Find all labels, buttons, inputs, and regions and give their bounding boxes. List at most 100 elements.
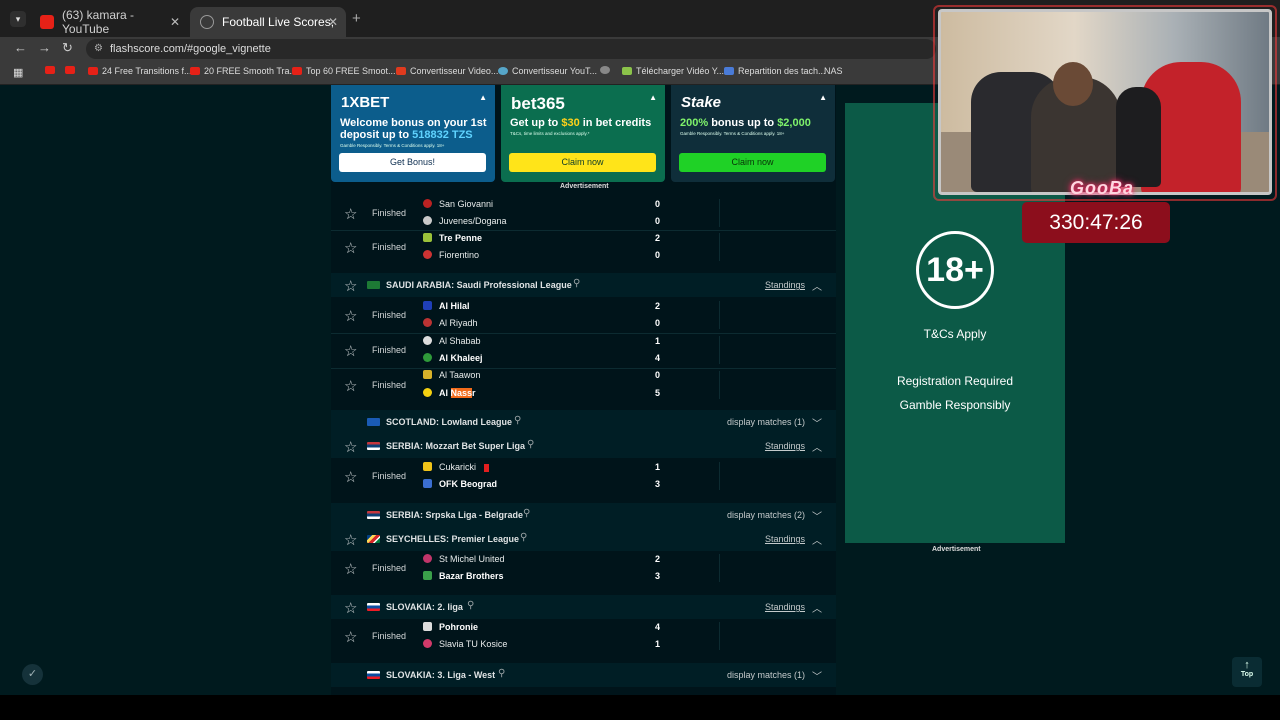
chevron-up-icon[interactable]: ︿ (812, 439, 822, 454)
star-icon[interactable]: ☆ (344, 342, 357, 360)
display-matches-link[interactable]: display matches (1) (727, 417, 805, 427)
bookmark-item[interactable]: Top 60 FREE Smoot... (292, 66, 396, 76)
bookmark-item[interactable]: NAS (824, 66, 843, 76)
team-logo (423, 388, 432, 397)
bookmark-item[interactable]: Convertisseur YouT... (498, 66, 597, 76)
pin-icon[interactable]: ⚲ (498, 668, 505, 679)
away-team: Slavia TU Kosice (439, 639, 508, 649)
tab-flashscore[interactable]: Football Live Scores, Latest Foo ✕ (190, 7, 346, 37)
team-logo (423, 336, 432, 345)
chevron-down-icon[interactable]: ﹀ (812, 415, 822, 430)
star-icon[interactable]: ☆ (344, 377, 357, 395)
match-row[interactable]: ☆ Finished San Giovanni Juvenes/Dogana 0… (331, 196, 836, 230)
chevron-down-icon[interactable]: ﹀ (812, 668, 822, 683)
youtube-icon (292, 67, 302, 75)
bookmark-item[interactable]: Convertisseur Video... (396, 66, 498, 76)
pin-icon[interactable]: ⚲ (520, 532, 527, 543)
claim-now-button[interactable]: Claim now (509, 153, 656, 172)
bookmark-globe[interactable] (600, 66, 614, 74)
star-icon[interactable]: ☆ (344, 307, 357, 325)
star-icon[interactable]: ☆ (344, 438, 357, 456)
collapse-icon[interactable]: ▲ (819, 93, 827, 102)
chevron-up-icon[interactable]: ︿ (812, 600, 822, 615)
divider (719, 233, 720, 261)
download-icon (622, 67, 632, 75)
site-info-icon[interactable]: ⚙ (94, 39, 103, 59)
match-row[interactable]: ☆ Finished Al Shabab Al Khaleej 1 4 (331, 334, 836, 368)
bookmark-item[interactable]: 24 Free Transitions f... (88, 66, 192, 76)
home-score: 2 (655, 301, 661, 311)
star-icon[interactable]: ☆ (344, 628, 357, 646)
bookmark-label: 24 Free Transitions f... (102, 66, 192, 76)
star-icon[interactable]: ☆ (344, 560, 357, 578)
tab-search-icon[interactable]: ▾ (10, 11, 26, 27)
star-icon[interactable]: ☆ (344, 277, 357, 295)
new-tab-icon[interactable]: + (352, 10, 361, 27)
close-icon[interactable]: ✕ (328, 15, 338, 29)
chevron-up-icon[interactable]: ︿ (812, 278, 822, 293)
home-score: 1 (655, 336, 661, 346)
standings-link[interactable]: Standings (765, 534, 805, 544)
bookmark-item[interactable]: Télécharger Vidéo Y... (622, 66, 724, 76)
standings-link[interactable]: Standings (765, 441, 805, 451)
match-status: Finished (372, 631, 407, 641)
match-row[interactable]: ☆ Finished Pohronie Slavia TU Kosice 4 1 (331, 620, 836, 654)
league-header-slovakia-3[interactable]: SLOVAKIA: 3. Liga - West ⚲ display match… (331, 663, 836, 687)
forward-icon[interactable]: → (38, 40, 51, 55)
home-team: Pohronie (439, 622, 479, 632)
match-row[interactable]: ☆ Finished St Michel United Bazar Brothe… (331, 552, 836, 586)
match-row[interactable]: ☆ Finished Al Taawon Al Nassr 0 5 (331, 369, 836, 403)
ad-card-1xbet[interactable]: 1XBET ▲ Welcome bonus on your 1st deposi… (331, 85, 495, 182)
league-header-seychelles[interactable]: ☆ SEYCHELLES: Premier League ⚲ Standings… (331, 527, 836, 551)
collapse-icon[interactable]: ▲ (479, 93, 487, 102)
shield-icon[interactable]: ✓ (22, 664, 43, 685)
display-matches-link[interactable]: display matches (1) (727, 670, 805, 680)
match-row[interactable]: ☆ Finished Al Hilal Al Riyadh 2 0 (331, 299, 836, 333)
star-icon[interactable]: ☆ (344, 468, 357, 486)
pin-icon[interactable]: ⚲ (523, 508, 530, 519)
star-icon[interactable]: ☆ (344, 239, 357, 257)
star-icon[interactable]: ☆ (344, 531, 357, 549)
chevron-up-icon[interactable]: ︿ (812, 532, 822, 547)
apps-icon[interactable]: ▦ (13, 66, 23, 79)
tab-title: (63) kamara - YouTube (62, 8, 135, 36)
collapse-icon[interactable]: ▲ (649, 93, 657, 102)
get-bonus-button[interactable]: Get Bonus! (339, 153, 486, 172)
league-header-scotland[interactable]: SCOTLAND: Lowland League ⚲ display match… (331, 410, 836, 434)
pin-icon[interactable]: ⚲ (527, 439, 534, 450)
chevron-down-icon[interactable]: ﹀ (812, 508, 822, 523)
pin-icon[interactable]: ⚲ (514, 415, 521, 426)
pin-icon[interactable]: ⚲ (573, 278, 580, 289)
url-field[interactable]: ⚙ flashscore.com/#google_vignette (86, 39, 936, 59)
back-icon[interactable]: ← (14, 40, 27, 55)
team-logo (423, 571, 432, 580)
star-icon[interactable]: ☆ (344, 205, 357, 223)
ad-card-bet365[interactable]: bet365 ▲ Get up to $30 in bet credits T&… (501, 85, 665, 182)
divider (719, 371, 720, 399)
bookmark-youtube-2[interactable] (65, 66, 79, 74)
tab-youtube[interactable]: (63) kamara - YouTube ✕ (30, 7, 188, 37)
league-header-saudi[interactable]: ☆ SAUDI ARABIA: Saudi Professional Leagu… (331, 273, 836, 297)
pin-icon[interactable]: ⚲ (467, 600, 474, 611)
bookmark-item[interactable]: 20 FREE Smooth Tra... (190, 66, 297, 76)
display-matches-link[interactable]: display matches (2) (727, 510, 805, 520)
scroll-top-button[interactable]: ↑ Top (1232, 657, 1262, 687)
match-row[interactable]: ☆ Finished Cukaricki OFK Beograd 1 3 (331, 460, 836, 494)
league-header-slovakia-2[interactable]: ☆ SLOVAKIA: 2. liga ⚲ Standings ︿ (331, 595, 836, 619)
star-icon[interactable]: ☆ (344, 599, 357, 617)
standings-link[interactable]: Standings (765, 602, 805, 612)
ad-headline: Welcome bonus on your 1st deposit up to … (340, 117, 487, 141)
match-row[interactable]: ☆ Finished Tre Penne Fiorentino 2 0 (331, 231, 836, 265)
divider (719, 336, 720, 364)
reload-icon[interactable]: ↻ (62, 40, 73, 56)
bookmark-item[interactable]: Repartition des tach... (724, 66, 826, 76)
bookmark-youtube-1[interactable] (45, 66, 59, 74)
arrow-up-icon: ↑ (1244, 659, 1250, 671)
ad-card-stake[interactable]: Stake ▲ 200% bonus up to $2,000 Gamble R… (671, 85, 835, 182)
league-header-serbia-srpska[interactable]: SERBIA: Srpska Liga - Belgrade ⚲ display… (331, 503, 836, 527)
youtube-icon (65, 66, 75, 74)
standings-link[interactable]: Standings (765, 280, 805, 290)
claim-now-button[interactable]: Claim now (679, 153, 826, 172)
league-header-serbia[interactable]: ☆ SERBIA: Mozzart Bet Super Liga ⚲ Stand… (331, 434, 836, 458)
close-icon[interactable]: ✕ (170, 15, 180, 29)
